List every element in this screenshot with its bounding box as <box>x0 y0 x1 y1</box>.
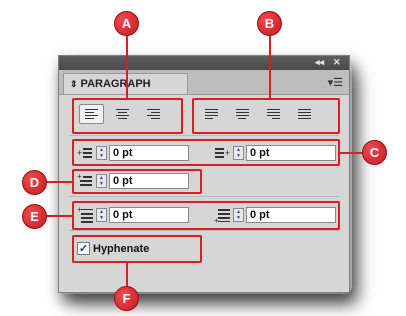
highlight-first-line-indent <box>72 169 202 194</box>
callout-line-f <box>126 263 128 288</box>
callout-f: F <box>114 286 139 311</box>
highlight-left-right-indent <box>72 139 340 166</box>
close-panel-icon[interactable]: ✕ <box>333 57 341 68</box>
callout-b: B <box>257 11 282 36</box>
panel-menu-icon[interactable]: ▾☰ <box>328 76 343 89</box>
callout-line-b <box>269 34 271 98</box>
callout-line-e <box>44 215 72 217</box>
divider <box>69 230 339 231</box>
tab-paragraph-label: PARAGRAPH <box>80 78 151 90</box>
highlight-hyphenate <box>72 235 202 263</box>
divider <box>69 196 339 197</box>
callout-line-d <box>44 181 72 183</box>
callout-line-a <box>126 34 128 98</box>
highlight-alignment <box>72 98 183 134</box>
highlight-justification <box>192 98 340 134</box>
highlight-spacing <box>72 201 340 230</box>
callout-e: E <box>22 204 47 229</box>
panel-titlebar: ◂◂ ✕ <box>59 56 349 70</box>
divider <box>69 135 339 136</box>
collapse-panel-icon[interactable]: ◂◂ <box>315 57 324 68</box>
panel-tab-row: ⇕ PARAGRAPH ▾☰ <box>59 70 349 95</box>
callout-d: D <box>22 170 47 195</box>
tab-arrow-icon: ⇕ <box>70 79 78 89</box>
callout-a: A <box>114 11 139 36</box>
callout-c: C <box>362 140 387 165</box>
